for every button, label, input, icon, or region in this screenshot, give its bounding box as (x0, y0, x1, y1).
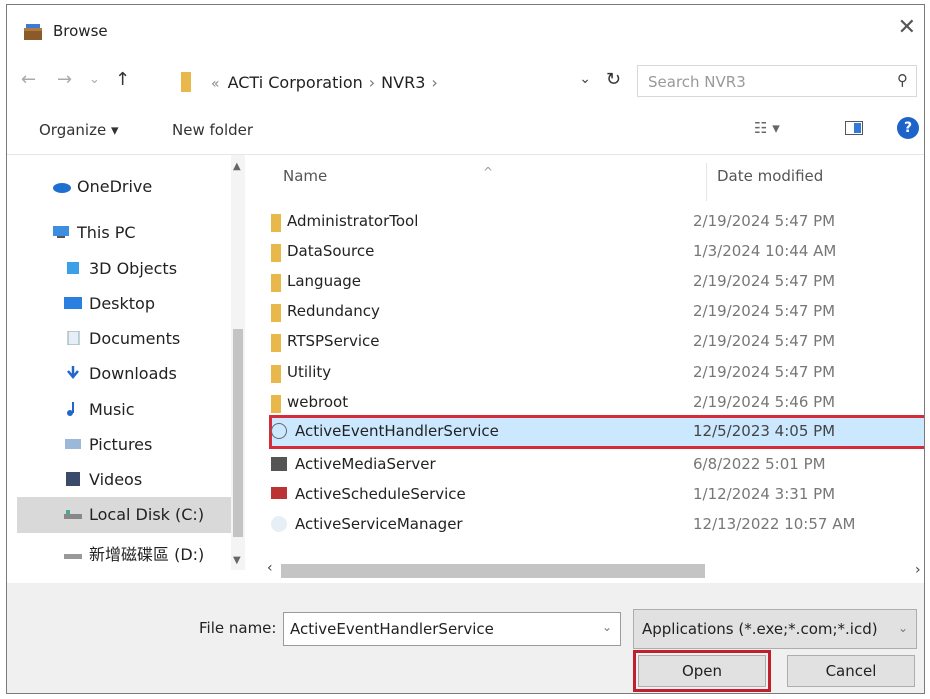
drive-icon (63, 546, 83, 560)
folder-icon (181, 72, 191, 92)
recent-locations-icon[interactable]: ⌄ (89, 72, 100, 87)
file-list: Name ^ Date modified AdministratorTool 2… (249, 155, 924, 583)
search-icon[interactable]: ⚲ (897, 71, 908, 89)
file-row[interactable]: ActiveScheduleService 1/12/2024 3:31 PM (271, 480, 924, 510)
scrollbar-thumb[interactable] (233, 329, 243, 537)
title-bar: Browse ✕ (7, 5, 924, 57)
breadcrumb-separator-icon[interactable]: › (363, 73, 381, 92)
file-row[interactable]: Redundancy 2/19/2024 5:47 PM (271, 297, 924, 327)
service-app-icon (271, 423, 287, 439)
file-row[interactable]: ActiveMediaServer 6/8/2022 5:01 PM (271, 450, 924, 480)
folder-icon (271, 395, 281, 413)
horizontal-scrollbar[interactable]: ‹ › (249, 560, 924, 580)
music-icon (63, 401, 83, 416)
folder-icon (271, 365, 281, 383)
address-field[interactable]: «ACTi Corporation › NVR3 › ⌄ ↻ (171, 67, 631, 97)
search-input[interactable]: Search NVR3 (648, 73, 746, 91)
computer-icon (51, 224, 71, 238)
file-row[interactable]: webroot 2/19/2024 5:46 PM (271, 388, 924, 418)
dialog-footer: File name: ActiveEventHandlerService ⌄ A… (7, 583, 924, 693)
nav-scrollbar[interactable]: ▲ ▼ (231, 155, 245, 570)
folder-icon (271, 334, 281, 352)
help-icon[interactable]: ? (897, 117, 919, 139)
file-type-select[interactable]: Applications (*.exe;*.com;*.icd) ⌄ (633, 609, 917, 649)
search-box[interactable]: Search NVR3 ⚲ (637, 65, 917, 97)
file-name-input[interactable]: ActiveEventHandlerService ⌄ (283, 612, 621, 646)
nav-item-desktop[interactable]: Desktop (63, 294, 155, 313)
document-icon (63, 330, 83, 346)
media-server-app-icon (271, 457, 287, 471)
browse-dialog: Browse ✕ ← → ⌄ ↑ «ACTi Corporation › NVR3 ›… (6, 4, 925, 694)
file-row[interactable]: AdministratorTool 2/19/2024 5:47 PM (271, 207, 924, 237)
nav-item-music[interactable]: Music (63, 400, 135, 419)
overflow-chevron-icon[interactable]: « (211, 76, 228, 92)
nav-item-drive-d[interactable]: 新增磁碟區 (D:) (63, 541, 204, 565)
folder-icon (271, 214, 281, 232)
nav-item-downloads[interactable]: Downloads (63, 364, 177, 383)
breadcrumb-acti[interactable]: ACTi Corporation (228, 73, 363, 92)
open-button[interactable]: Open (633, 650, 771, 692)
folder-icon (271, 244, 281, 262)
sort-ascending-icon: ^ (483, 165, 494, 179)
breadcrumb-separator-icon[interactable]: › (425, 73, 443, 92)
command-bar: Organize ▾ New folder ☷ ▾ ? (7, 105, 924, 155)
file-row[interactable]: ActiveServiceManager 12/13/2022 10:57 AM (271, 510, 924, 540)
nav-item-this-pc[interactable]: This PC (51, 223, 136, 242)
video-icon (63, 471, 83, 486)
column-header-date[interactable]: Date modified (717, 167, 823, 185)
address-bar: ← → ⌄ ↑ «ACTi Corporation › NVR3 › ⌄ ↻ Sear… (7, 57, 924, 105)
nav-item-local-disk-c[interactable]: Local Disk (C:) (17, 497, 231, 533)
cloud-icon (51, 178, 71, 193)
chevron-down-icon[interactable]: ⌄ (579, 71, 591, 87)
column-header-name[interactable]: Name ^ (283, 165, 493, 185)
download-icon (63, 365, 83, 379)
folder-icon (271, 304, 281, 322)
organize-button[interactable]: Organize ▾ (39, 121, 119, 139)
file-row-selected[interactable]: ActiveEventHandlerService 12/5/2023 4:05… (269, 415, 924, 449)
desktop-icon (63, 295, 83, 309)
preview-pane-icon[interactable] (845, 121, 863, 135)
nav-item-pictures[interactable]: Pictures (63, 435, 152, 454)
navigation-pane: OneDrive This PC 3D Objects Desktop Docu… (7, 155, 247, 583)
view-options-icon[interactable]: ☷ ▾ (754, 119, 780, 137)
forward-arrow-icon[interactable]: → (57, 69, 72, 90)
cancel-button[interactable]: Cancel (787, 655, 915, 687)
drive-icon (63, 506, 83, 520)
scrollbar-thumb[interactable] (281, 564, 705, 578)
scroll-left-icon[interactable]: ‹ (267, 560, 273, 576)
refresh-icon[interactable]: ↻ (606, 69, 621, 90)
schedule-app-icon (271, 487, 287, 499)
file-row[interactable]: Language 2/19/2024 5:47 PM (271, 267, 924, 297)
scroll-right-icon[interactable]: › (915, 562, 921, 578)
close-icon[interactable]: ✕ (898, 15, 916, 40)
column-divider[interactable] (706, 163, 707, 201)
nav-item-onedrive[interactable]: OneDrive (51, 177, 152, 196)
file-row[interactable]: RTSPService 2/19/2024 5:47 PM (271, 327, 924, 357)
nav-item-documents[interactable]: Documents (63, 329, 180, 348)
new-folder-button[interactable]: New folder (172, 121, 253, 139)
up-arrow-icon[interactable]: ↑ (115, 69, 130, 90)
breadcrumb-nvr3[interactable]: NVR3 (381, 73, 425, 92)
cube-icon (63, 260, 83, 274)
file-name-label: File name: (199, 619, 277, 637)
app-icon (22, 22, 46, 42)
nav-item-videos[interactable]: Videos (63, 470, 142, 489)
window-title: Browse (53, 22, 108, 40)
folder-icon (271, 274, 281, 292)
chevron-down-icon[interactable]: ⌄ (602, 620, 612, 634)
picture-icon (63, 436, 83, 450)
nav-item-3d-objects[interactable]: 3D Objects (63, 259, 177, 278)
service-manager-app-icon (271, 516, 287, 532)
scroll-up-icon[interactable]: ▲ (233, 161, 241, 172)
file-row[interactable]: DataSource 1/3/2024 10:44 AM (271, 237, 924, 267)
back-arrow-icon[interactable]: ← (21, 69, 36, 90)
chevron-down-icon[interactable]: ⌄ (898, 621, 908, 635)
scroll-down-icon[interactable]: ▼ (233, 555, 241, 566)
file-row[interactable]: Utility 2/19/2024 5:47 PM (271, 358, 924, 388)
